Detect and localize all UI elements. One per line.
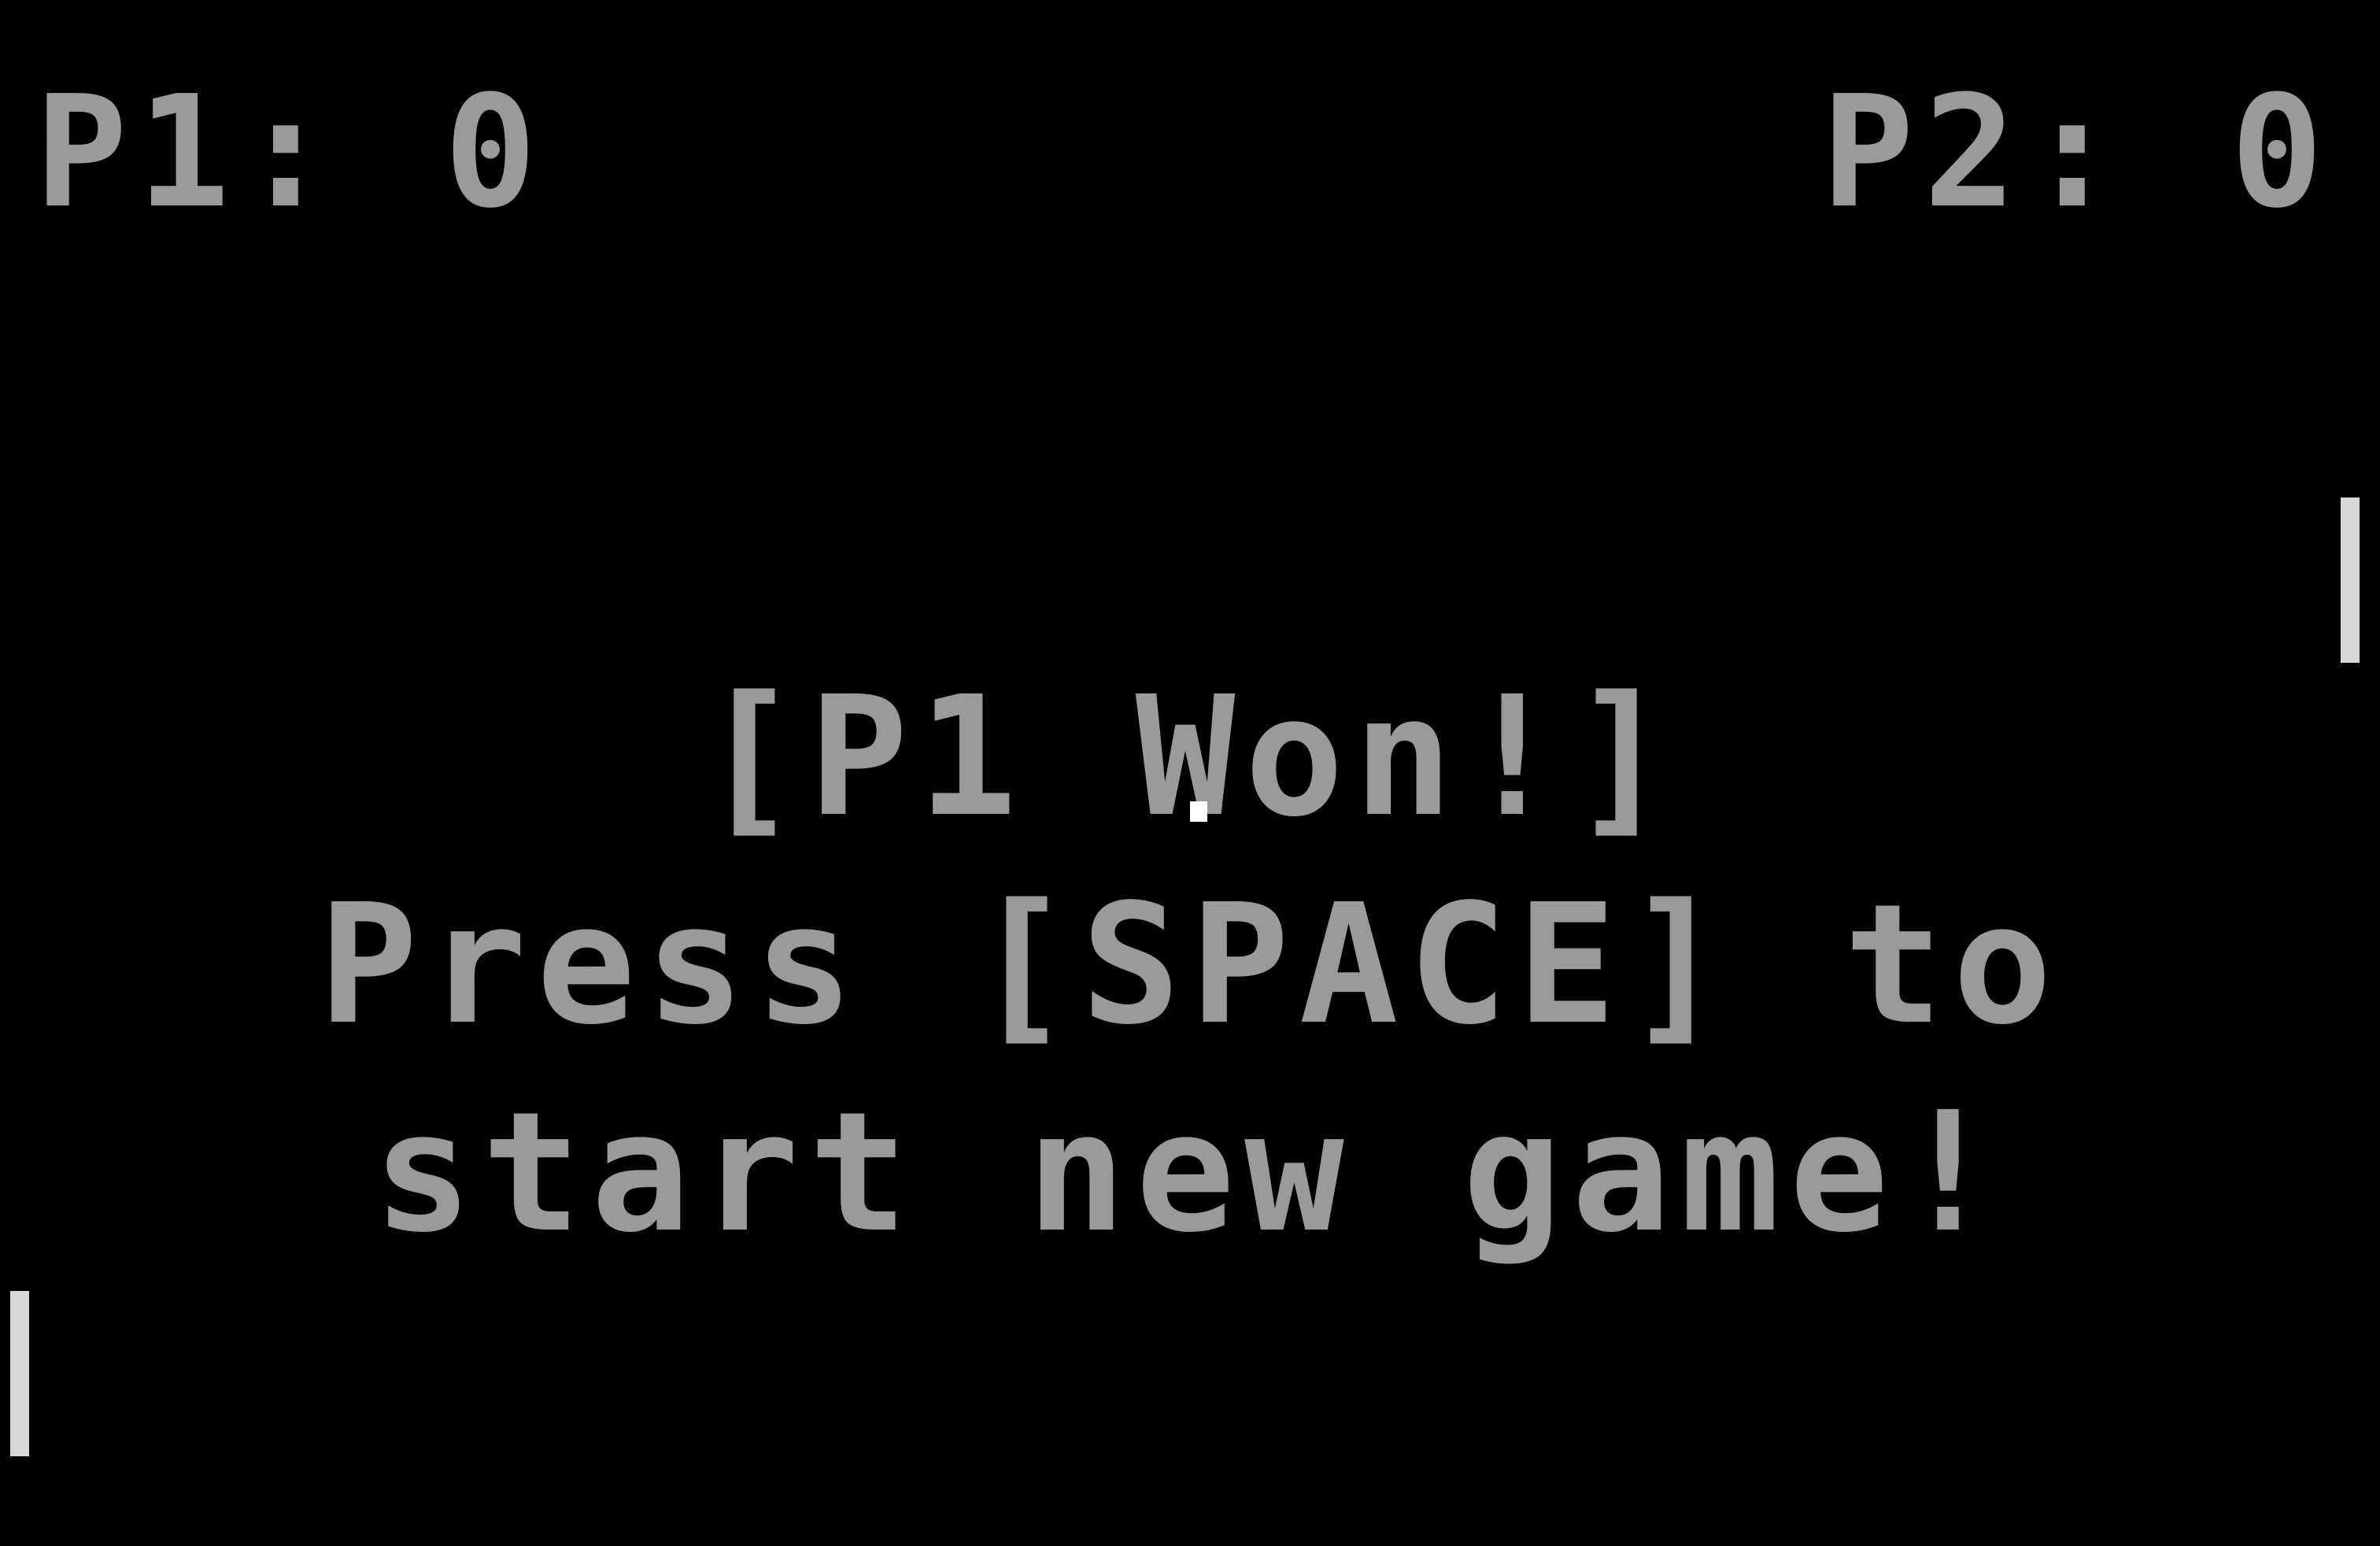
restart-instruction-line1: Press [SPACE] to xyxy=(318,868,2062,1061)
player2-score: P2: 0 xyxy=(1820,63,2333,242)
game-canvas[interactable]: P1: 0 P2: 0 [P1 Won!] Press [SPACE] to s… xyxy=(0,0,2380,1546)
right-paddle xyxy=(2341,497,2360,663)
game-over-message: [P1 Won!] Press [SPACE] to start new gam… xyxy=(0,653,2380,1277)
player1-score: P1: 0 xyxy=(35,63,547,242)
winner-text: [P1 Won!] xyxy=(700,660,1680,853)
ball xyxy=(1190,801,1207,822)
restart-instruction-line2: start new game! xyxy=(372,1076,2008,1269)
left-paddle xyxy=(10,1291,29,1456)
